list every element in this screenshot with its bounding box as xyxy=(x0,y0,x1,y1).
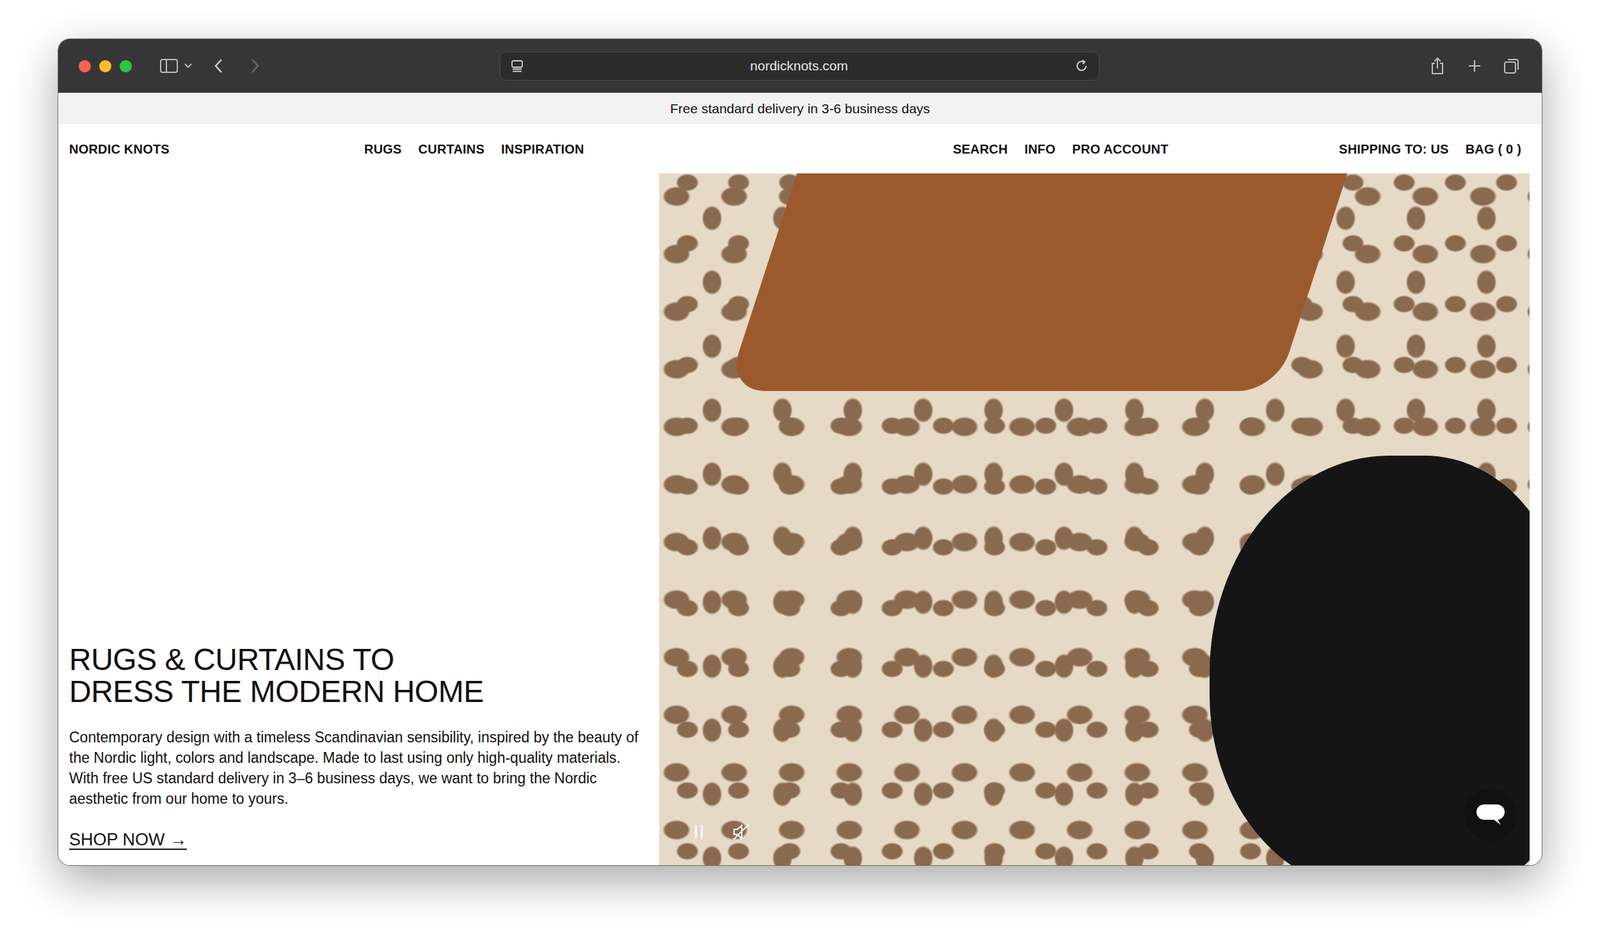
chevron-down-icon[interactable] xyxy=(181,56,196,76)
sidebar-icon[interactable] xyxy=(159,56,179,76)
mute-button[interactable] xyxy=(727,817,756,847)
tab-overview-icon[interactable] xyxy=(1502,56,1522,76)
shipping-selector[interactable]: SHIPPING TO: US xyxy=(1338,139,1449,159)
title-line: DRESS THE MODERN HOME xyxy=(69,675,640,708)
title-line: RUGS & CURTAINS TO xyxy=(69,643,640,676)
address-text[interactable]: nordicknots.com xyxy=(523,55,1075,77)
zoom-button[interactable] xyxy=(119,60,132,73)
hero: RUGS & CURTAINS TODRESS THE MODERN HOME … xyxy=(58,173,1542,866)
pause-icon[interactable] xyxy=(692,823,706,841)
forward-arrow-icon[interactable] xyxy=(245,56,265,76)
address-bar[interactable]: nordicknots.com xyxy=(499,51,1100,81)
share-icon[interactable] xyxy=(1427,56,1448,76)
new-tab-icon[interactable] xyxy=(1464,56,1485,76)
page-settings-icon[interactable] xyxy=(510,59,524,73)
title-bar: nordicknots.com xyxy=(58,39,1542,93)
bag-link[interactable]: BAG ( 0 ) xyxy=(1465,139,1522,159)
back-arrow-icon[interactable] xyxy=(209,56,229,76)
table-shape xyxy=(726,173,1348,392)
hero-title: RUGS & CURTAINS TODRESS THE MODERN HOME xyxy=(69,643,640,708)
announcement-text: Free standard delivery in 3-6 business d… xyxy=(670,98,930,120)
close-button[interactable] xyxy=(78,60,91,73)
minimize-button[interactable] xyxy=(99,60,112,73)
shop-now-link[interactable]: SHOP NOW → xyxy=(69,826,187,854)
utility-link[interactable]: SEARCH xyxy=(952,139,1008,159)
muted-speaker-icon[interactable] xyxy=(731,822,751,842)
nav-link[interactable]: CURTAINS xyxy=(418,139,485,159)
nav-link[interactable]: INSPIRATION xyxy=(501,139,585,159)
main-links: RUGS CURTAINS INSPIRATION xyxy=(364,139,585,159)
play-pause-button[interactable] xyxy=(684,817,713,847)
reload-icon[interactable] xyxy=(1074,58,1089,73)
utility-link[interactable]: INFO xyxy=(1024,139,1056,159)
utility-link[interactable]: PRO ACCOUNT xyxy=(1072,139,1168,159)
nav-link[interactable]: RUGS xyxy=(364,139,402,159)
brand-logo[interactable]: NORDIC KNOTS xyxy=(69,139,365,159)
hero-video[interactable] xyxy=(659,173,1530,866)
announcement-bar: Free standard delivery in 3-6 business d… xyxy=(58,92,1542,125)
chat-button[interactable] xyxy=(1464,788,1517,841)
browser-window: nordicknots.com Free standard delivery i… xyxy=(58,39,1542,866)
chat-bubble-icon[interactable] xyxy=(1475,803,1506,827)
hero-body: Contemporary design with a timeless Scan… xyxy=(69,727,640,809)
site-nav: NORDIC KNOTS RUGS CURTAINS INSPIRATION SEA… xyxy=(58,124,1542,174)
utility-links: SEARCH INFO PRO ACCOUNT xyxy=(952,139,1169,159)
